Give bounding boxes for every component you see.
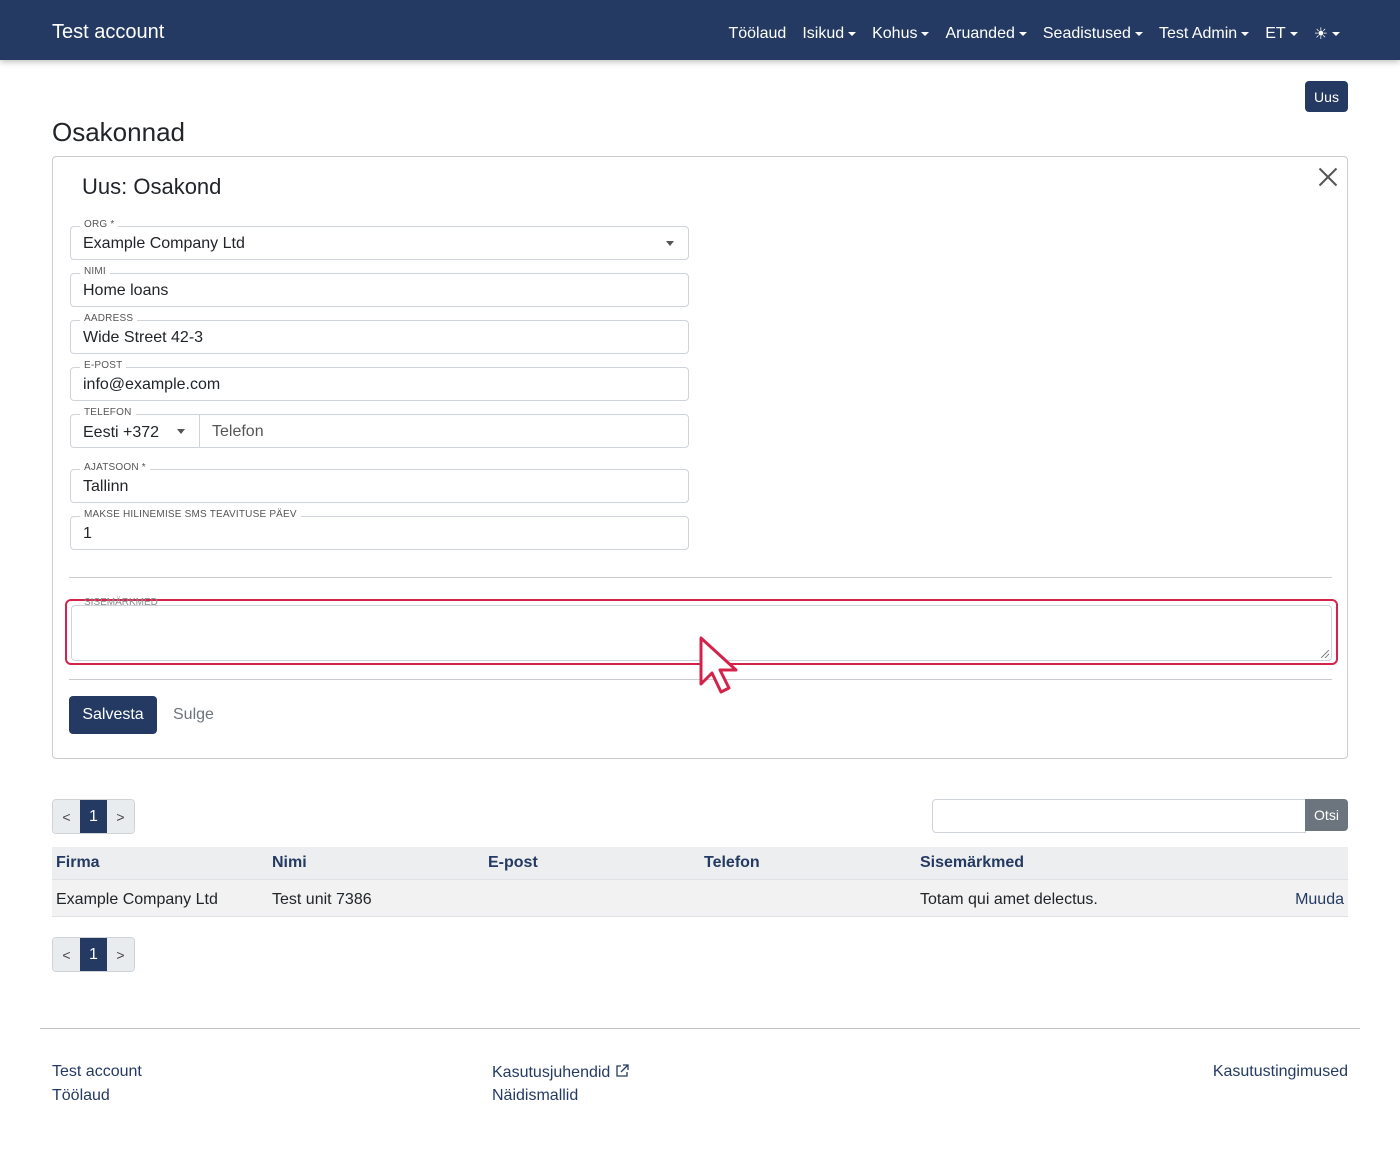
resize-handle-icon[interactable] [1321,650,1329,658]
column-header[interactable]: Firma [56,854,100,872]
nav-item-seadistused[interactable]: Seadistused [1043,24,1143,44]
next-page-button[interactable]: > [107,938,134,971]
nav-item-toolaud[interactable]: Töölaud [728,24,786,44]
field-value: Home loans [83,282,169,299]
field-value: 1 [83,525,92,542]
prev-page-button[interactable]: < [53,938,80,971]
caret-down-icon [921,32,930,36]
column-header[interactable]: Nimi [272,854,307,872]
field-label: ORG * [80,218,119,232]
nav-item-user-menu[interactable]: Test Admin [1158,24,1250,44]
divider [199,415,200,447]
field-label: MAKSE HILINEMISE SMS TEAVITUSE PÄEV [80,508,301,522]
nav-label: Test Admin [1158,25,1238,42]
divider [69,577,1332,578]
nav-item-language[interactable]: ET [1265,24,1298,44]
email-field[interactable]: E-POST info@example.com [70,359,689,401]
chevron-down-icon [177,429,185,434]
footer-link-templates[interactable]: Näidismallid [492,1087,578,1105]
footer-link-label: Kasutusjuhendid [492,1064,611,1081]
field-value: Example Company Ltd [83,235,245,252]
nav-item-aruanded[interactable]: Aruanded [945,24,1027,44]
nav-label: Isikud [802,25,845,42]
column-header[interactable]: Sisemärkmed [920,854,1024,872]
column-header[interactable]: E-post [488,854,538,872]
field-value: Wide Street 42-3 [83,329,204,346]
org-select[interactable]: ORG * Example Company Ltd [70,218,689,260]
footer-link-terms[interactable]: Kasutustingimused [1213,1063,1348,1081]
cell-firma: Example Company Ltd [56,891,218,908]
external-link-icon [616,1064,629,1077]
field-label: AJATSOON * [80,461,150,475]
field-value: Tallinn [83,478,129,495]
phone-input[interactable]: Telefon [212,423,264,441]
table-row: Example Company Ltd Test unit 7386 Totam… [52,880,1348,917]
field-label: E-POST [80,359,127,373]
new-button[interactable]: Uus [1305,81,1348,112]
footer-link-account[interactable]: Test account [52,1063,142,1081]
form-title: Uus: Osakond [82,174,222,199]
nav-label: ET [1265,25,1286,42]
sms-day-field[interactable]: MAKSE HILINEMISE SMS TEAVITUSE PÄEV 1 [70,508,689,550]
field-label: SISEMÄRKMED [84,597,158,608]
sun-icon: ☀ [1313,26,1328,43]
prev-page-button[interactable]: < [53,800,80,833]
page-number-button[interactable]: 1 [80,800,107,833]
page-number-button[interactable]: 1 [80,938,107,971]
departments-table: Firma Nimi E-post Telefon Sisemärkmed Ex… [52,847,1348,917]
column-header[interactable]: Telefon [704,854,760,872]
nav-label: Aruanded [945,25,1015,42]
search-button[interactable]: Otsi [1305,799,1348,831]
nav-label: Seadistused [1042,25,1131,42]
field-label: NIMI [80,265,110,279]
field-value: info@example.com [83,376,221,393]
page-title: Osakonnad [52,117,185,147]
cell-sisemarkmed: Totam qui amet delectus. [920,891,1098,908]
nav-item-isikud[interactable]: Isikud [802,24,857,44]
edit-link[interactable]: Muuda [1295,891,1344,909]
chevron-down-icon [666,241,674,246]
brand-link[interactable]: Test account [52,21,164,44]
next-page-button[interactable]: > [107,800,134,833]
close-icon[interactable] [1317,165,1339,187]
main-nav: Töölaud Isikud Kohus Aruanded Seadistuse… [728,24,1340,44]
footer-link-dashboard[interactable]: Töölaud [52,1087,110,1105]
caret-down-icon [1241,32,1250,36]
top-navbar: Test account Töölaud Isikud Kohus Aruand… [0,0,1400,60]
table-header: Firma Nimi E-post Telefon Sisemärkmed [52,847,1348,880]
save-button[interactable]: Salvesta [69,696,157,734]
caret-down-icon [1332,32,1340,36]
cell-nimi: Test unit 7386 [272,891,372,908]
timezone-field[interactable]: AJATSOON * Tallinn [70,461,689,503]
caret-down-icon [1018,32,1027,36]
phone-field: TELEFON Eesti +372 Telefon [70,406,689,448]
close-button[interactable]: Sulge [173,706,214,724]
caret-down-icon [848,32,857,36]
caret-down-icon [1134,32,1143,36]
nav-item-kohus[interactable]: Kohus [872,24,930,44]
nav-item-theme[interactable]: ☀ [1314,24,1340,44]
field-label: TELEFON [80,406,136,420]
country-code-select[interactable]: Eesti +372 [83,424,159,442]
nav-label: Töölaud [728,25,787,42]
footer-divider [40,1028,1360,1029]
pagination: < 1 > [52,799,135,834]
nav-label: Kohus [872,25,918,42]
field-label: AADRESS [80,312,138,326]
name-field[interactable]: NIMI Home loans [70,265,689,307]
search-input[interactable] [932,799,1306,833]
pagination: < 1 > [52,937,135,972]
caret-down-icon [1289,32,1298,36]
mouse-cursor-icon [699,636,738,694]
footer-link-guides[interactable]: Kasutusjuhendid [492,1063,630,1082]
address-field[interactable]: AADRESS Wide Street 42-3 [70,312,689,354]
